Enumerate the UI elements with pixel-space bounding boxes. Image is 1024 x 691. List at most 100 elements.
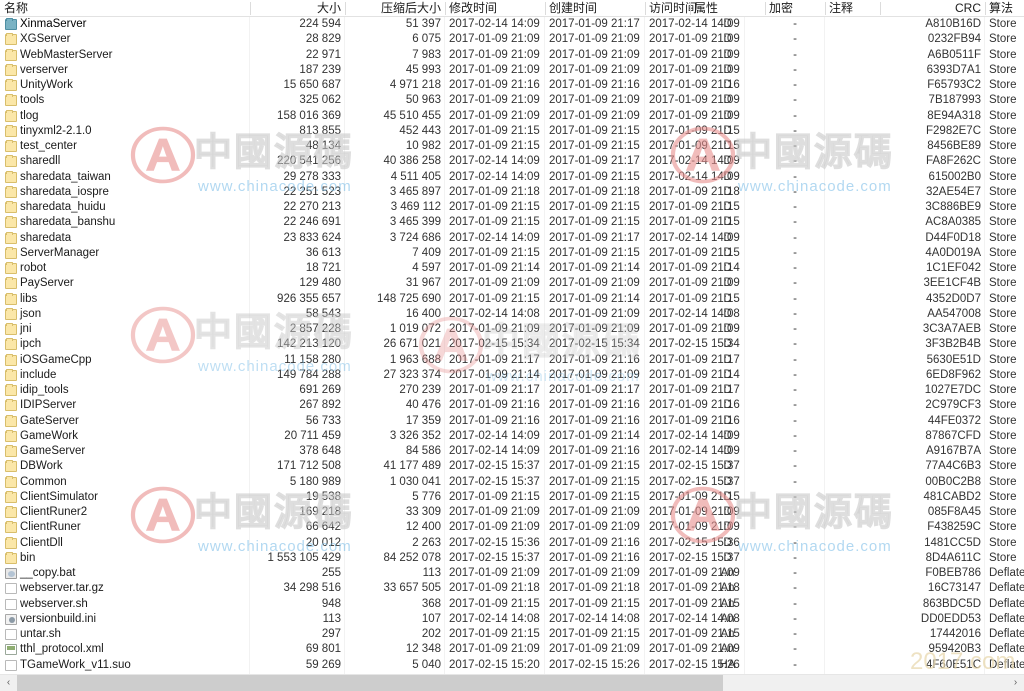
table-row[interactable]: bin 1 553 105 429 84 252 078 2017-02-15 15:… (0, 551, 1024, 566)
table-row[interactable]: test_center 48 134 10 982 2017-01-09 21:15 2… (0, 139, 1024, 154)
cell-crypt: - (793, 429, 797, 442)
scroll-right-arrow-icon[interactable]: › (1007, 675, 1024, 691)
table-row[interactable]: sharedata_huidu 22 270 213 3 469 112 2017-0… (0, 200, 1024, 215)
column-header-crypt[interactable]: 加密 (765, 0, 825, 16)
column-resize-handle[interactable] (765, 2, 766, 15)
column-resize-handle[interactable] (690, 2, 691, 15)
table-row[interactable]: ipch 142 213 120 26 671 021 2017-02-15 15:3… (0, 337, 1024, 352)
scrollbar-thumb[interactable] (17, 675, 723, 691)
cell-ctime: 2017-02-15 15:26 (549, 658, 640, 671)
table-row[interactable]: untar.sh 297 202 2017-01-09 21:15 2017-01-09… (0, 627, 1024, 642)
cell-ctime: 2017-01-09 21:16 (549, 536, 640, 549)
table-row[interactable]: sharedata_taiwan 29 278 333 4 511 405 2017-… (0, 170, 1024, 185)
cell-crc: 3C886BE9 (925, 201, 981, 213)
column-header-mtime[interactable]: 修改时间 (445, 0, 545, 16)
table-row[interactable]: PayServer 129 480 31 967 2017-01-09 21:09 20… (0, 276, 1024, 291)
column-resize-handle[interactable] (345, 2, 346, 15)
scrollbar-track[interactable] (723, 675, 1007, 691)
table-row[interactable]: sharedll 220 541 256 40 386 258 2017-02-14 … (0, 154, 1024, 169)
cell-attr: D (723, 414, 732, 427)
table-row[interactable]: webserver.tar.gz 34 298 516 33 657 505 2017… (0, 581, 1024, 596)
cell-name: DBWork (20, 460, 63, 473)
cell-mtime: 2017-02-14 14:09 (449, 155, 540, 168)
cell-mtime: 2017-01-09 21:14 (449, 262, 540, 274)
table-row[interactable]: include 149 784 288 27 323 374 2017-01-09 2… (0, 368, 1024, 383)
table-row[interactable]: ClientSimulator 19 538 5 776 2017-01-09 21:… (0, 490, 1024, 505)
cell-size: 20 012 (305, 536, 341, 549)
table-row[interactable]: tools 325 062 50 963 2017-01-09 21:09 2017-0… (0, 93, 1024, 108)
table-row[interactable]: GameServer 378 648 84 586 2017-02-14 14:09 2… (0, 444, 1024, 459)
cell-mtime: 2017-02-15 15:36 (449, 536, 540, 549)
cell-mtime: 2017-01-09 21:16 (449, 399, 540, 412)
table-row[interactable]: iOSGameCpp 11 158 280 1 963 688 2017-01-09 … (0, 353, 1024, 368)
table-row[interactable]: ServerManager 36 613 7 409 2017-01-09 21:15… (0, 246, 1024, 261)
table-row[interactable]: DBWork 171 712 508 41 177 489 2017-02-15 15… (0, 459, 1024, 474)
table-row[interactable]: robot 18 721 4 597 2017-01-09 21:14 2017-01-… (0, 261, 1024, 276)
cell-ctime: 2017-01-09 21:09 (549, 48, 640, 61)
cell-attr: An (720, 567, 735, 579)
column-resize-handle[interactable] (880, 2, 881, 15)
column-resize-handle[interactable] (825, 2, 826, 15)
cell-attr: D (723, 384, 732, 396)
horizontal-scrollbar[interactable]: ‹ › (0, 674, 1024, 691)
table-row[interactable]: tthl_protocol.xml 69 801 12 348 2017-01-09 … (0, 642, 1024, 657)
cell-ctime: 2017-01-09 21:18 (549, 185, 640, 198)
cell-crc: 959420B3 (928, 643, 981, 656)
table-row[interactable]: jni 2 857 228 1 019 072 2017-01-09 21:09 201… (0, 322, 1024, 337)
cell-crc: A9167B7A (926, 445, 981, 457)
cell-mtime: 2017-02-15 15:37 (449, 551, 540, 564)
cell-ctime: 2017-01-09 21:16 (549, 445, 640, 457)
table-row[interactable]: GameWork 20 711 459 3 326 352 2017-02-14 14… (0, 429, 1024, 444)
table-row[interactable]: ClientRuner2 169 218 33 309 2017-01-09 21:0… (0, 505, 1024, 520)
table-row[interactable]: versionbuild.ini 113 107 2017-02-14 14:08 20… (0, 612, 1024, 627)
table-row[interactable]: WebMasterServer 22 971 7 983 2017-01-09 21:… (0, 48, 1024, 63)
table-row[interactable]: tlog 158 016 369 45 510 455 2017-01-09 21:0… (0, 109, 1024, 124)
cell-crc: 4F60E51C (926, 658, 981, 671)
table-row[interactable]: UnityWork 15 650 687 4 971 218 2017-01-09 2… (0, 78, 1024, 93)
column-resize-handle[interactable] (645, 2, 646, 15)
cell-attr: D (723, 475, 732, 488)
table-row[interactable]: GateServer 56 733 17 359 2017-01-09 21:16 20… (0, 414, 1024, 429)
table-row[interactable]: idip_tools 691 269 270 239 2017-01-09 21:17… (0, 383, 1024, 398)
column-resize-handle[interactable] (250, 2, 251, 15)
column-header-crc[interactable]: CRC (880, 0, 985, 16)
cell-ctime: 2017-01-09 21:18 (549, 582, 640, 595)
table-row[interactable]: ClientRuner 66 642 12 400 2017-01-09 21:09 2… (0, 520, 1024, 535)
cell-packed: 270 239 (399, 384, 441, 396)
cell-crypt: - (793, 155, 797, 168)
table-row[interactable]: IDIPServer 267 892 40 476 2017-01-09 21:16 2… (0, 398, 1024, 413)
table-row[interactable]: tinyxml2-2.1.0 813 855 452 443 2017-01-09 2… (0, 124, 1024, 139)
column-resize-handle[interactable] (545, 2, 546, 15)
table-row[interactable]: sharedata_iospre 22 251 523 3 465 897 2017-… (0, 185, 1024, 200)
table-row[interactable]: libs 926 355 657 148 725 690 2017-01-09 21:… (0, 292, 1024, 307)
cell-crc: AA547008 (927, 307, 981, 320)
column-header-ctime[interactable]: 创建时间 (545, 0, 645, 16)
table-row[interactable]: __copy.bat 255 113 2017-01-09 21:09 2017-01-… (0, 566, 1024, 581)
column-header-name[interactable]: 名称 (0, 0, 250, 16)
table-row[interactable]: verserver 187 239 45 993 2017-01-09 21:09 20… (0, 63, 1024, 78)
cell-ctime: 2017-01-09 21:15 (549, 490, 640, 503)
file-table-body[interactable]: XinmaServer 224 594 51 397 2017-02-14 14:09… (0, 17, 1024, 674)
cell-ctime: 2017-01-09 21:09 (549, 368, 640, 381)
scroll-left-arrow-icon[interactable]: ‹ (0, 675, 17, 691)
table-row[interactable]: XinmaServer 224 594 51 397 2017-02-14 14:09… (0, 17, 1024, 32)
column-header-method[interactable]: 算法 (985, 0, 1024, 16)
column-header-attr[interactable]: 属性 (690, 0, 765, 16)
table-row[interactable]: sharedata_banshu 22 246 691 3 465 399 2017-… (0, 215, 1024, 230)
cell-crc: 3F3B2B4B (925, 338, 981, 351)
cell-method: Store (989, 262, 1017, 274)
table-row[interactable]: ClientDll 20 012 2 263 2017-02-15 15:36 2017… (0, 536, 1024, 551)
table-row[interactable]: Common 5 180 989 1 030 041 2017-02-15 15:37… (0, 475, 1024, 490)
table-row[interactable]: json 58 543 16 400 2017-02-14 14:08 2017-01-… (0, 307, 1024, 322)
cell-packed: 84 586 (405, 445, 441, 457)
table-row[interactable]: webserver.sh 948 368 2017-01-09 21:15 2017-0… (0, 597, 1024, 612)
cell-method: Store (989, 384, 1017, 396)
cell-crypt: - (793, 262, 797, 274)
table-row[interactable]: XGServer 28 829 6 075 2017-01-09 21:09 2017-… (0, 32, 1024, 47)
column-resize-handle[interactable] (985, 2, 986, 15)
column-header-packed[interactable]: 压缩后大小 (345, 0, 445, 16)
column-header-size[interactable]: 大小 (250, 0, 345, 16)
table-row[interactable]: sharedata 23 833 624 3 724 686 2017-02-14 1… (0, 231, 1024, 246)
column-resize-handle[interactable] (445, 2, 446, 15)
table-row[interactable]: TGameWork_v11.suo 59 269 5 040 2017-02-15 1… (0, 658, 1024, 673)
